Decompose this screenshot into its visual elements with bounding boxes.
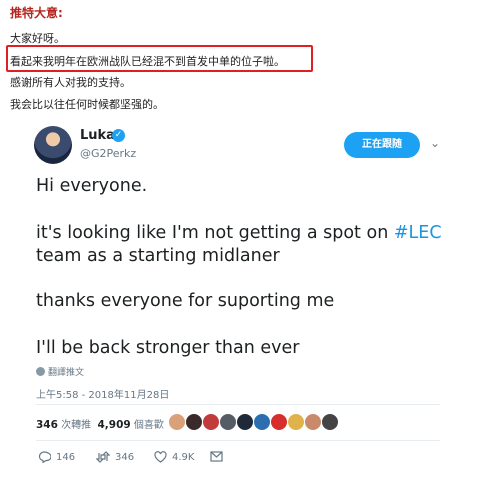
- liker-avatar[interactable]: [168, 413, 186, 431]
- liker-avatar[interactable]: [253, 413, 271, 431]
- globe-icon: [36, 367, 45, 376]
- like-count-label: 個喜歡: [133, 420, 164, 431]
- avatar[interactable]: [34, 126, 72, 164]
- author-handle[interactable]: @G2Perkz: [80, 147, 136, 160]
- tweet-text-line: thanks everyone for suporting me: [36, 291, 335, 311]
- like-button[interactable]: 4.9K: [154, 451, 194, 463]
- translation-line: 我会比以往任何时候都坚强的。: [10, 98, 164, 111]
- retweet-count-label: 次轉推: [61, 420, 92, 431]
- tweet-timestamp[interactable]: 上午5:58 - 2018年11月28日: [36, 386, 169, 401]
- tweet-text-line: I'll be back stronger than ever: [36, 338, 300, 358]
- liker-avatar[interactable]: [202, 413, 220, 431]
- divider: [36, 404, 440, 405]
- translation-panel: 推特大意: 大家好呀。 看起来我明年在欧洲战队已经混不到首发中单的位子啦。 感谢…: [0, 0, 477, 111]
- liker-avatar[interactable]: [236, 413, 254, 431]
- heart-icon: [154, 451, 167, 463]
- tweet-text-line: team as a starting midlaner: [36, 246, 280, 266]
- envelope-icon: [210, 451, 223, 462]
- translate-label: 翻譯推文: [48, 368, 85, 378]
- tweet-text-line: it's looking like I'm not getting a spot…: [36, 223, 442, 243]
- chevron-down-icon[interactable]: ⌄: [426, 134, 444, 152]
- retweet-count[interactable]: 346: [36, 419, 58, 431]
- retweet-button[interactable]: 346: [96, 451, 134, 463]
- verified-badge-icon: ✓: [112, 129, 125, 142]
- hashtag-link[interactable]: #LEC: [394, 223, 442, 243]
- translation-line: 大家好呀。: [10, 32, 65, 45]
- reply-count: 146: [56, 451, 76, 463]
- translation-line: 感谢所有人对我的支持。: [10, 76, 131, 89]
- tweet-card: Luka ✓ @G2Perkz 正在跟随 ⌄ Hi everyone. it's…: [28, 118, 448, 478]
- liker-avatar[interactable]: [304, 413, 322, 431]
- reply-button[interactable]: 146: [38, 451, 75, 463]
- engagement-stats: 346 次轉推 4,909 個喜歡: [36, 416, 164, 431]
- liker-avatar[interactable]: [185, 413, 203, 431]
- message-button[interactable]: [210, 451, 223, 462]
- liker-avatar[interactable]: [270, 413, 288, 431]
- tweet-text-line: Hi everyone.: [36, 176, 148, 196]
- translate-tweet-link[interactable]: 翻譯推文: [36, 365, 84, 378]
- author-name[interactable]: Luka: [80, 128, 115, 143]
- liker-avatar[interactable]: [321, 413, 339, 431]
- liker-avatar[interactable]: [287, 413, 305, 431]
- reply-icon: [38, 451, 51, 463]
- following-button[interactable]: 正在跟随: [344, 132, 420, 158]
- like-action-count: 4.9K: [172, 451, 195, 463]
- like-count[interactable]: 4,909: [97, 419, 130, 431]
- retweet-icon: [96, 451, 110, 463]
- highlight-box: [6, 45, 313, 72]
- retweet-action-count: 346: [115, 451, 135, 463]
- divider: [36, 440, 440, 441]
- liker-avatar[interactable]: [219, 413, 237, 431]
- translation-title: 推特大意:: [10, 6, 63, 20]
- tweet-text-segment: it's looking like I'm not getting a spot…: [36, 223, 394, 243]
